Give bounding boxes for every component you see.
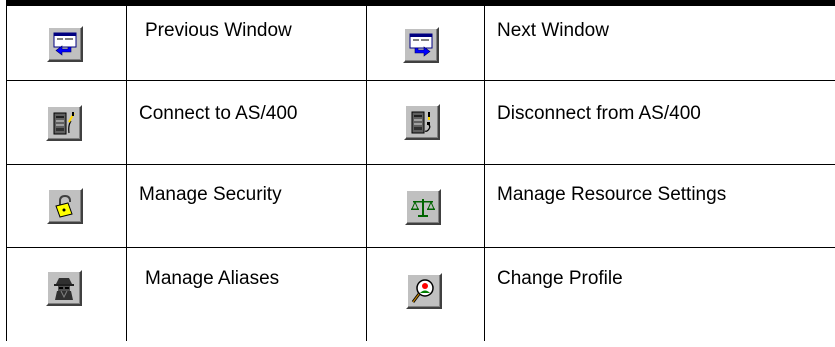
icon-cell (6, 6, 127, 81)
lock-icon (55, 194, 73, 218)
change-profile-button[interactable] (406, 273, 442, 309)
disconnect-icon (411, 111, 431, 134)
profile-magnifier-icon (411, 279, 434, 303)
table-row: Manage Aliases Change Profile (6, 247, 835, 341)
change-profile-label: Change Profile (497, 268, 623, 289)
label-cell: Manage Security (126, 164, 367, 248)
toolbar-icon-reference-table: Previous Window Next Window Connect to A… (6, 6, 835, 341)
disconnect-button[interactable] (404, 104, 440, 140)
previous-window-label: Previous Window (145, 20, 292, 41)
table-row: Connect to AS/400 Disconnect from AS/400 (6, 80, 835, 165)
icon-cell (366, 247, 485, 341)
manage-aliases-label: Manage Aliases (145, 268, 280, 289)
previous-window-button[interactable] (47, 26, 83, 62)
next-window-button[interactable] (403, 27, 439, 63)
manage-aliases-button[interactable] (46, 270, 82, 306)
next-window-icon (409, 33, 433, 57)
manage-security-label: Manage Security (139, 184, 282, 205)
spy-icon (54, 278, 74, 300)
label-cell: Disconnect from AS/400 (484, 80, 835, 165)
label-cell: Manage Aliases (126, 247, 367, 341)
disconnect-label: Disconnect from AS/400 (497, 103, 701, 124)
next-window-label: Next Window (497, 20, 609, 41)
manage-security-button[interactable] (47, 188, 83, 224)
label-cell: Change Profile (484, 247, 835, 341)
icon-cell (6, 247, 127, 341)
icon-cell (366, 164, 485, 248)
manage-resource-settings-label: Manage Resource Settings (497, 184, 727, 205)
connect-label: Connect to AS/400 (139, 103, 298, 124)
connect-button[interactable] (46, 105, 82, 141)
table-row: Manage Security Manage Resource Settings (6, 164, 835, 248)
scale-icon (411, 199, 435, 217)
label-cell: Manage Resource Settings (484, 164, 835, 248)
previous-window-icon (53, 32, 77, 56)
table-row: Previous Window Next Window (6, 6, 835, 81)
connect-icon (53, 112, 75, 135)
icon-cell (6, 164, 127, 248)
icon-cell (366, 6, 485, 81)
manage-resource-settings-button[interactable] (405, 189, 441, 225)
icon-cell (6, 80, 127, 165)
label-cell: Connect to AS/400 (126, 80, 367, 165)
label-cell: Next Window (484, 6, 835, 81)
icon-cell (366, 80, 485, 165)
label-cell: Previous Window (126, 6, 367, 81)
